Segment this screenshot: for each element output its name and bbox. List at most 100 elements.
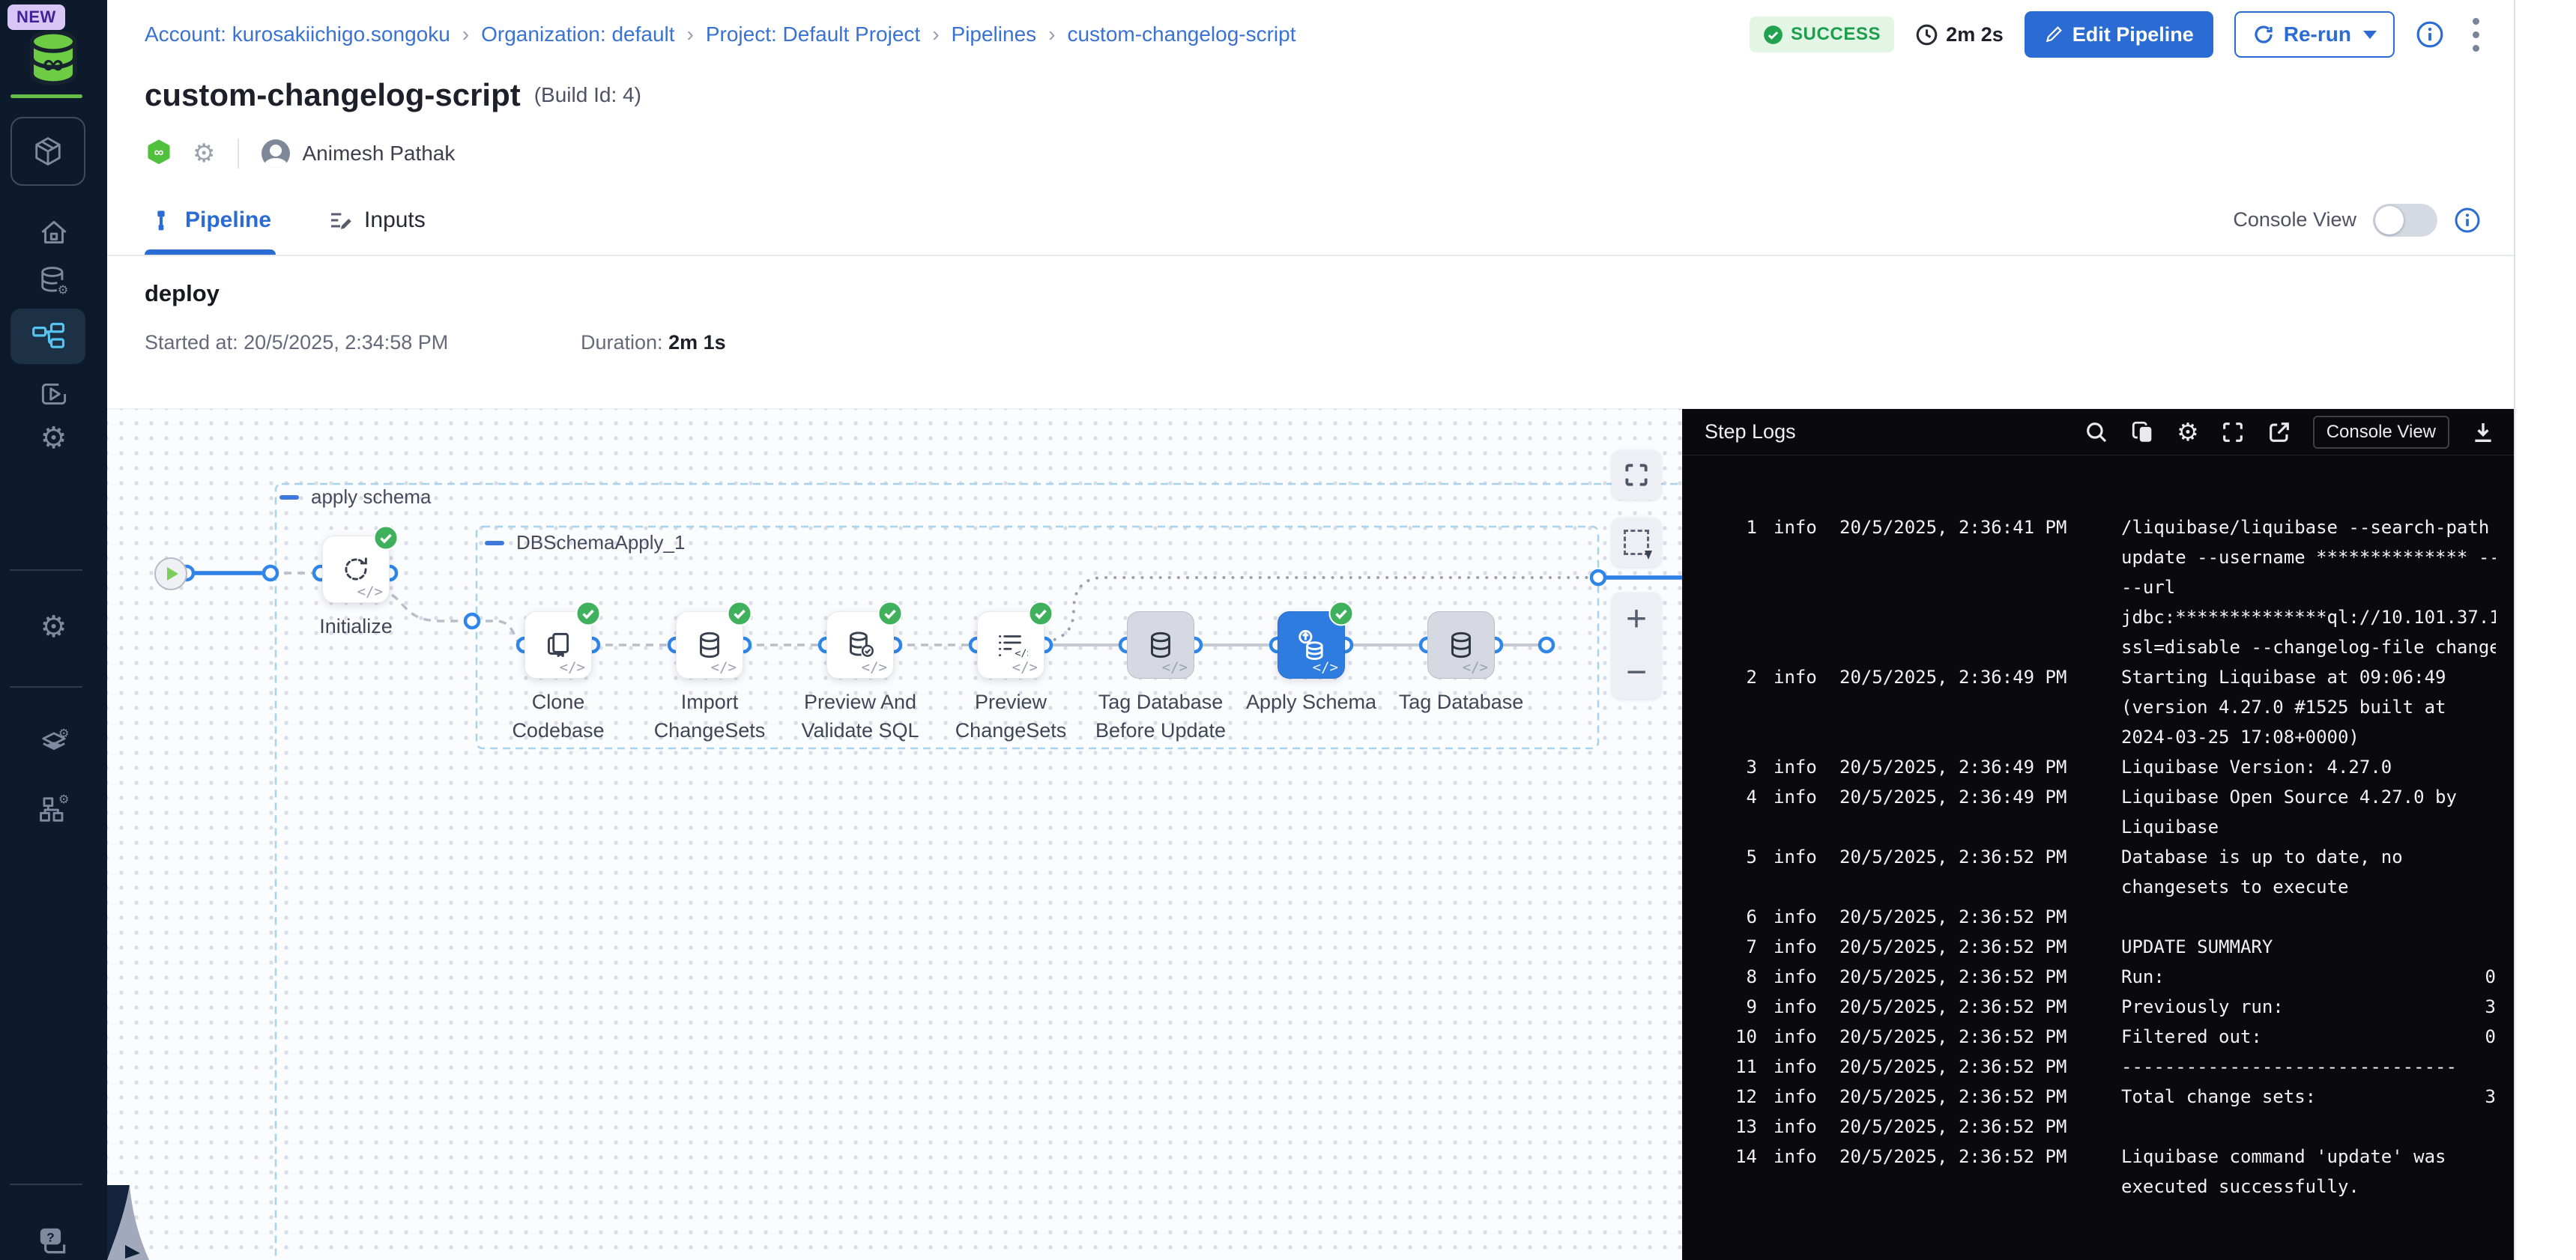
- sidebar-divider: [10, 1184, 82, 1185]
- sidebar-item-settings[interactable]: ⚙: [0, 418, 107, 458]
- pipeline-settings-gear-icon[interactable]: ⚙: [193, 141, 215, 166]
- log-message: Filtered out:0: [2121, 1022, 2505, 1052]
- node-tag-database-before-update[interactable]: </>: [1127, 611, 1194, 679]
- rerun-button[interactable]: Re-run: [2234, 11, 2395, 58]
- chevron-right-icon: ›: [1048, 22, 1055, 46]
- sidebar-item-help[interactable]: ?: [0, 1220, 107, 1260]
- node-initialize[interactable]: </>: [322, 536, 390, 603]
- sidebar-item-executions[interactable]: [0, 375, 107, 414]
- success-badge-icon: [1028, 601, 1053, 626]
- log-level: info: [1774, 962, 1820, 992]
- log-message-text: Database is up to date, no: [2121, 846, 2403, 867]
- collapse-minus-icon[interactable]: [279, 495, 299, 500]
- tab-inputs[interactable]: Inputs: [324, 185, 430, 255]
- expand-icon: [1622, 461, 1651, 489]
- breadcrumb-project[interactable]: Project: Default Project: [706, 22, 920, 46]
- open-in-new-icon[interactable]: [2267, 420, 2292, 445]
- group-apply-schema[interactable]: apply schema: [279, 485, 431, 509]
- collapse-minus-icon[interactable]: [485, 541, 504, 545]
- node-apply-schema[interactable]: </>: [1278, 611, 1345, 679]
- download-icon[interactable]: [2470, 420, 2496, 445]
- group-dbschemaapply[interactable]: DBSchemaApply_1: [485, 531, 685, 554]
- scrollbar-gutter[interactable]: [2514, 0, 2576, 1260]
- zoom-out-button[interactable]: −: [1626, 655, 1647, 691]
- log-message-text: jdbc:**************ql://10.101.37.129: [2121, 607, 2496, 628]
- zoom-in-button[interactable]: +: [1626, 602, 1647, 637]
- log-message-line: UPDATE SUMMARY: [2121, 932, 2496, 962]
- code-step-icon: </>: [862, 659, 887, 676]
- log-line: 11info20/5/2025, 2:36:52 PM-------------…: [1712, 1052, 2505, 1082]
- clock-icon: [1915, 23, 1938, 46]
- log-timestamp: 20/5/2025, 2:36:52 PM: [1839, 932, 2079, 962]
- sidebar-item-module-selector[interactable]: [10, 117, 85, 186]
- sidebar-item-infrastructure[interactable]: ⚙: [0, 788, 107, 830]
- sidebar-item-databases[interactable]: ⚙: [0, 261, 107, 301]
- svg-text:⚙: ⚙: [58, 727, 69, 740]
- log-fullscreen-icon[interactable]: [2220, 420, 2246, 445]
- duration-value: 2m 1s: [668, 331, 726, 354]
- console-view-button[interactable]: Console View: [2313, 416, 2449, 449]
- node-preview-and-validate-sql[interactable]: </>: [826, 611, 894, 679]
- log-message: Starting Liquibase at 09:06:49(version 4…: [2121, 662, 2505, 752]
- sidebar-item-environments[interactable]: ⚙: [0, 722, 107, 764]
- svg-text:</>: </>: [1015, 648, 1028, 660]
- play-icon: [167, 567, 178, 581]
- log-lines[interactable]: 1info20/5/2025, 2:36:41 PM/liquibase/liq…: [1682, 455, 2514, 1202]
- tab-pipeline[interactable]: Pipeline: [145, 185, 276, 255]
- status-badge: SUCCESS: [1750, 16, 1894, 52]
- log-message-line: Database is up to date, no: [2121, 842, 2496, 872]
- info-icon[interactable]: [2454, 207, 2481, 234]
- harness-db-logo[interactable]: ∞: [21, 25, 85, 90]
- log-message-text: -------------------------------: [2121, 1056, 2457, 1077]
- node-label: Tag Database: [1371, 688, 1551, 716]
- console-view-toggle[interactable]: [2373, 204, 2437, 237]
- copy-icon[interactable]: [2130, 420, 2156, 445]
- canvas-fullscreen-button[interactable]: [1612, 450, 1661, 500]
- log-line-number: 5: [1712, 842, 1757, 872]
- search-icon[interactable]: [2084, 420, 2109, 445]
- node-preview-changesets[interactable]: </> </>: [977, 611, 1044, 679]
- database-icon: [1444, 628, 1478, 662]
- log-message: Previously run:3: [2121, 992, 2505, 1022]
- canvas-marquee-select-button[interactable]: [1612, 518, 1661, 567]
- success-badge-icon: [373, 525, 399, 551]
- log-line: 9info20/5/2025, 2:36:52 PMPreviously run…: [1712, 992, 2505, 1022]
- log-message-line: Liquibase command 'update' was: [2121, 1142, 2496, 1172]
- log-line: 14info20/5/2025, 2:36:52 PMLiquibase com…: [1712, 1142, 2505, 1202]
- breadcrumb-organization[interactable]: Organization: default: [481, 22, 674, 46]
- sidebar-item-pipelines[interactable]: [10, 309, 85, 364]
- log-message-line: [2121, 1112, 2496, 1142]
- more-options-kebab-icon[interactable]: [2465, 15, 2487, 55]
- breadcrumb-current[interactable]: custom-changelog-script: [1067, 22, 1295, 46]
- info-icon[interactable]: [2416, 20, 2444, 49]
- main-area: Account: kurosakiichigo.songoku › Organi…: [107, 0, 2514, 1260]
- build-id: (Build Id: 4): [534, 83, 641, 107]
- pipeline-start-node[interactable]: [154, 557, 187, 590]
- node-clone-codebase[interactable]: </>: [524, 611, 592, 679]
- avatar: [261, 139, 290, 168]
- pipeline-canvas[interactable]: apply schema DBSchemaApply_1: [107, 409, 1682, 1260]
- node-tag-database[interactable]: </>: [1427, 611, 1495, 679]
- log-line-number: 4: [1712, 782, 1757, 812]
- log-level: info: [1774, 1022, 1820, 1052]
- success-badge-icon: [727, 601, 752, 626]
- log-timestamp: 20/5/2025, 2:36:52 PM: [1839, 1142, 2079, 1172]
- node-import-changesets[interactable]: </>: [676, 611, 743, 679]
- log-message: /liquibase/liquibase --search-path dbupd…: [2121, 512, 2505, 662]
- sidebar-item-project-settings[interactable]: ⚙: [0, 607, 107, 647]
- log-timestamp: 20/5/2025, 2:36:52 PM: [1839, 1112, 2079, 1142]
- step-logs-header: Step Logs ⚙: [1682, 409, 2514, 455]
- breadcrumb-pipelines[interactable]: Pipelines: [952, 22, 1037, 46]
- log-message-text: ssl=disable --changelog-file changelo: [2121, 637, 2496, 658]
- log-line: 7info20/5/2025, 2:36:52 PMUPDATE SUMMARY: [1712, 932, 2505, 962]
- log-value: 0: [2485, 962, 2496, 992]
- log-message-text: Filtered out:: [2121, 1022, 2262, 1052]
- sidebar-divider: [10, 686, 82, 688]
- list-code-icon: </>: [994, 628, 1028, 662]
- infrastructure-orgchart-icon: ⚙: [36, 791, 72, 827]
- sidebar-item-home[interactable]: [0, 214, 107, 252]
- edit-pipeline-button[interactable]: Edit Pipeline: [2025, 11, 2213, 58]
- breadcrumb-account[interactable]: Account: kurosakiichigo.songoku: [145, 22, 450, 46]
- log-settings-gear-icon[interactable]: ⚙: [2177, 417, 2199, 446]
- log-level: info: [1774, 1082, 1820, 1112]
